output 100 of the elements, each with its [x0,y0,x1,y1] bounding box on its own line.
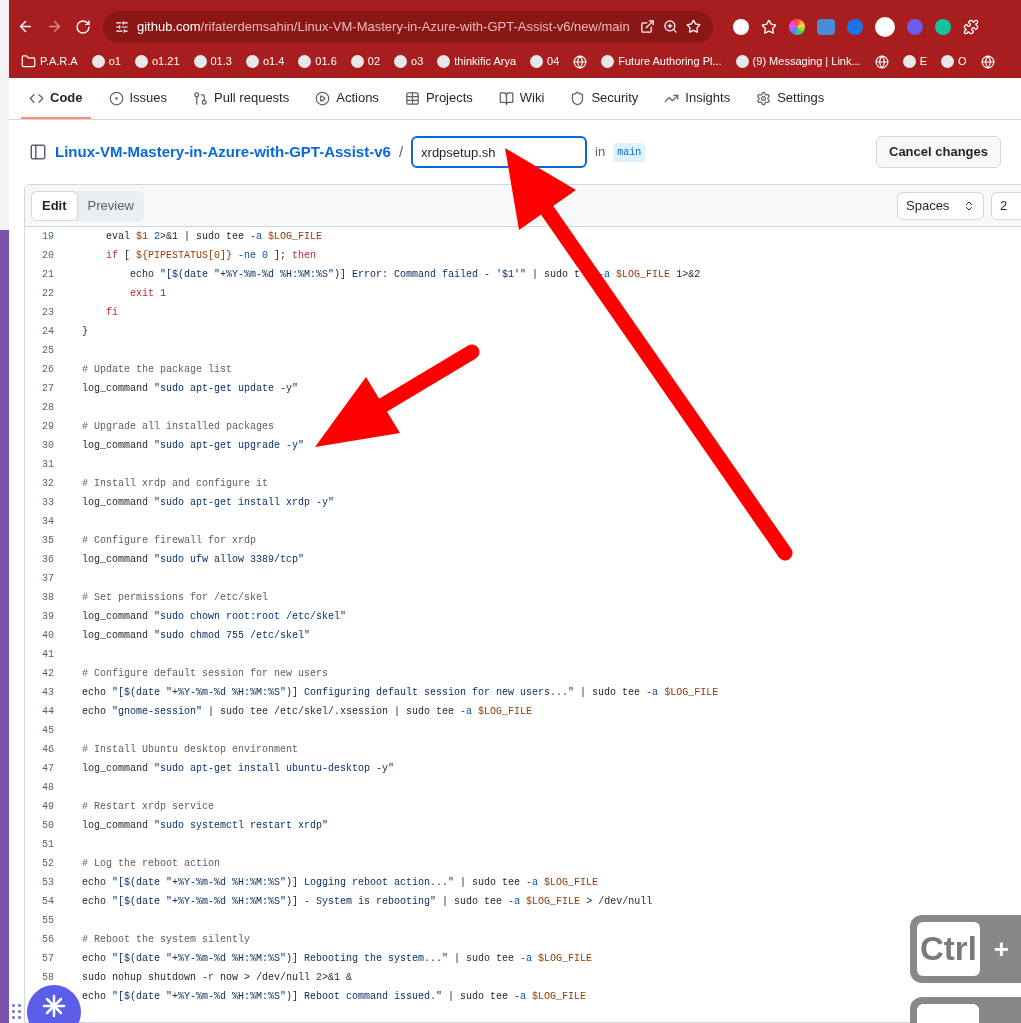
bookmark-label: o1 [108,54,121,70]
favicon-icon [437,55,451,68]
tab-icon [108,90,124,106]
extension-icon[interactable] [875,16,895,37]
line-number: 27 [42,383,54,394]
code-line: # Log the reboot action [82,857,221,871]
line-number: 24 [42,326,54,337]
star-icon[interactable] [761,18,777,35]
repo-tab[interactable]: Code [21,79,91,119]
bookmark[interactable]: E [898,53,931,70]
bookmark[interactable]: 02 [346,53,384,70]
line-number: 50 [42,820,54,831]
bookmark-star-icon[interactable] [686,19,701,34]
bookmark-folder[interactable]: P.A.R.A [17,53,82,70]
repo-tab[interactable]: Issues [100,79,176,119]
open-external-icon[interactable] [640,19,655,34]
indent-size-field[interactable]: 2 [991,191,1021,220]
extension-icon[interactable] [733,18,749,35]
sidebar-toggle-icon[interactable] [29,143,47,161]
code-line: if [ ${PIPESTATUS[0]} -ne 0 ]; then [105,249,317,263]
site-settings-icon[interactable] [115,19,129,34]
plus-sign: + [993,932,1010,966]
forward-icon[interactable] [46,18,63,35]
line-number: 48 [42,782,54,793]
line-number: 36 [42,554,54,565]
code-line: log_command "sudo apt-get update -y" [82,382,299,396]
line-number: 30 [42,440,54,451]
branch-label: main [613,142,646,162]
mode-tab[interactable]: Edit [31,190,78,221]
line-number: 26 [42,364,54,375]
bookmark[interactable]: O [936,53,971,70]
code-line: } [82,325,88,339]
code-line: # Restart xrdp service [82,800,215,814]
code-line: # Update the package list [82,363,233,377]
bookmark[interactable]: 01.3 [189,53,236,70]
tab-icon [570,90,586,106]
line-number: 46 [42,744,54,755]
code-line: exit 1 [129,287,167,301]
bookmark[interactable]: o1.4 [241,53,289,70]
code-line: # Set permissions for /etc/skel [82,591,269,605]
puzzle-icon[interactable] [963,18,979,35]
repo-tab[interactable]: Actions [307,79,387,119]
globe-icon[interactable] [980,54,995,69]
filename-field[interactable]: xrdpsetup.sh [411,136,588,168]
line-number: 47 [42,763,54,774]
bookmark[interactable]: Future Authoring Pl... [597,53,726,70]
line-number: 39 [42,611,54,622]
bookmark[interactable]: thinkific Arya [433,53,520,70]
bookmark[interactable]: o1.21 [130,53,184,70]
line-number: 37 [42,573,54,584]
line-number: 51 [42,839,54,850]
back-icon[interactable] [17,18,34,35]
globe-icon[interactable] [874,54,889,69]
repo-tab[interactable]: Settings [748,79,833,119]
line-number: 19 [42,231,54,242]
bookmark[interactable]: o3 [390,53,428,70]
bookmark[interactable]: 01.6 [294,53,341,70]
tab-icon [193,90,209,106]
code-line: log_command "sudo ufw allow 3389/tcp" [82,553,305,567]
bookmark[interactable]: (9) Messaging | Link... [731,53,865,70]
extension-icon[interactable] [935,18,951,35]
cancel-changes-button[interactable]: Cancel changes [876,136,1001,168]
line-number: 23 [42,307,54,318]
bookmark-label: thinkific Arya [454,54,516,70]
code-line: echo "gnome-session" | sudo tee /etc/skel/.xsession | sudo tee -a $LOG_FILE [82,705,533,719]
extension-icon[interactable] [789,18,805,35]
mode-tab[interactable]: Preview [77,190,144,221]
line-number: 53 [42,877,54,888]
indent-mode-select[interactable]: Spaces [897,191,984,220]
repo-tab[interactable]: Wiki [490,79,553,119]
code-line: echo "[$(date "+%Y-%m-%d %H:%M:%S")] - System is rebooting" | sudo tee -a $LOG_FILE > /dev/null [82,895,653,909]
bookmark[interactable]: o1 [87,53,125,70]
bookmark[interactable]: 04 [526,53,564,70]
line-number: 38 [42,592,54,603]
code-line: echo "[$(date "+%Y-%m-%d %H:%M:%S")] Configuring default session for new users..." | sudo tee -a $LOG_FILE [82,686,719,700]
sparkle-icon [42,994,66,1018]
repo-tab[interactable]: Pull requests [185,79,298,119]
code-line: log_command "sudo apt-get upgrade -y" [82,439,305,453]
code-line: # Upgrade all installed packages [82,420,275,434]
code-line: log_command "sudo apt-get install xrdp -y" [82,496,335,510]
repo-tab[interactable]: Security [562,79,647,119]
in-label: in [595,143,606,162]
repo-tab[interactable]: Projects [396,79,481,119]
code-line: fi [105,306,118,320]
line-number: 21 [42,269,54,280]
code-line: echo "[$(date "+%Y-%m-%d %H:%M:%S")] Rebooting the system..." | sudo tee -a $LOG_FILE [82,952,593,966]
address-bar[interactable]: github.com/rifaterdemsahin/Linux-VM-Mastery-in-Azure-with-GPT-Assist-v6/new/main [103,10,713,43]
code-line: # Install Ubuntu desktop environment [82,743,299,757]
path-separator: / [398,141,404,162]
favicon-icon [735,55,749,68]
repo-link[interactable]: Linux-VM-Mastery-in-Azure-with-GPT-Assist-v6 [55,140,391,164]
line-number: 56 [42,934,54,945]
reload-icon[interactable] [75,18,91,35]
repo-tab[interactable]: Insights [656,79,739,119]
favicon-icon [245,55,259,68]
zoom-icon[interactable] [663,19,678,34]
line-number: 41 [42,649,54,660]
line-number: 33 [42,497,54,508]
code-line: echo "[$(date "+%Y-%m-%d %H:%M:%S")] Error: Command failed - '$1'" | sudo t -a $LOG_FILE 1>&2 [129,268,701,282]
globe-icon[interactable] [573,54,588,69]
